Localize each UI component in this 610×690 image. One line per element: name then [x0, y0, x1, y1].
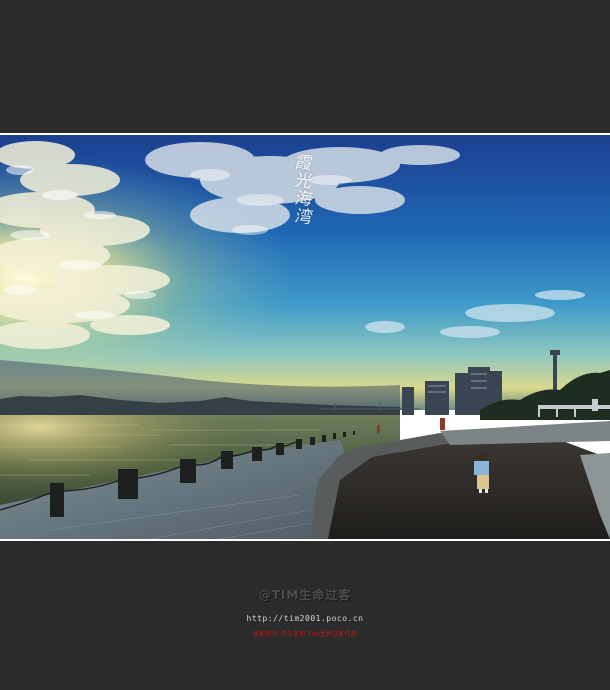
seaside-photo: 霞光海湾: [0, 135, 610, 539]
credit-note: 版权所有 请勿盗用 TIM生命过客作品: [252, 631, 358, 638]
photo-frame: 霞光海湾: [0, 133, 610, 541]
footer: @TIM生命过客 http://tim2001.poco.cn 版权所有 请勿盗…: [0, 580, 610, 638]
page: 霞光海湾 @TIM生命过客 http://tim2001.poco.cn 版权所…: [0, 0, 610, 690]
walkway: [440, 421, 610, 445]
calligraphy-title: 霞光海湾: [290, 152, 310, 227]
credit-url[interactable]: http://tim2001.poco.cn: [0, 614, 610, 623]
credit-logo: @TIM生命过客: [258, 588, 352, 602]
